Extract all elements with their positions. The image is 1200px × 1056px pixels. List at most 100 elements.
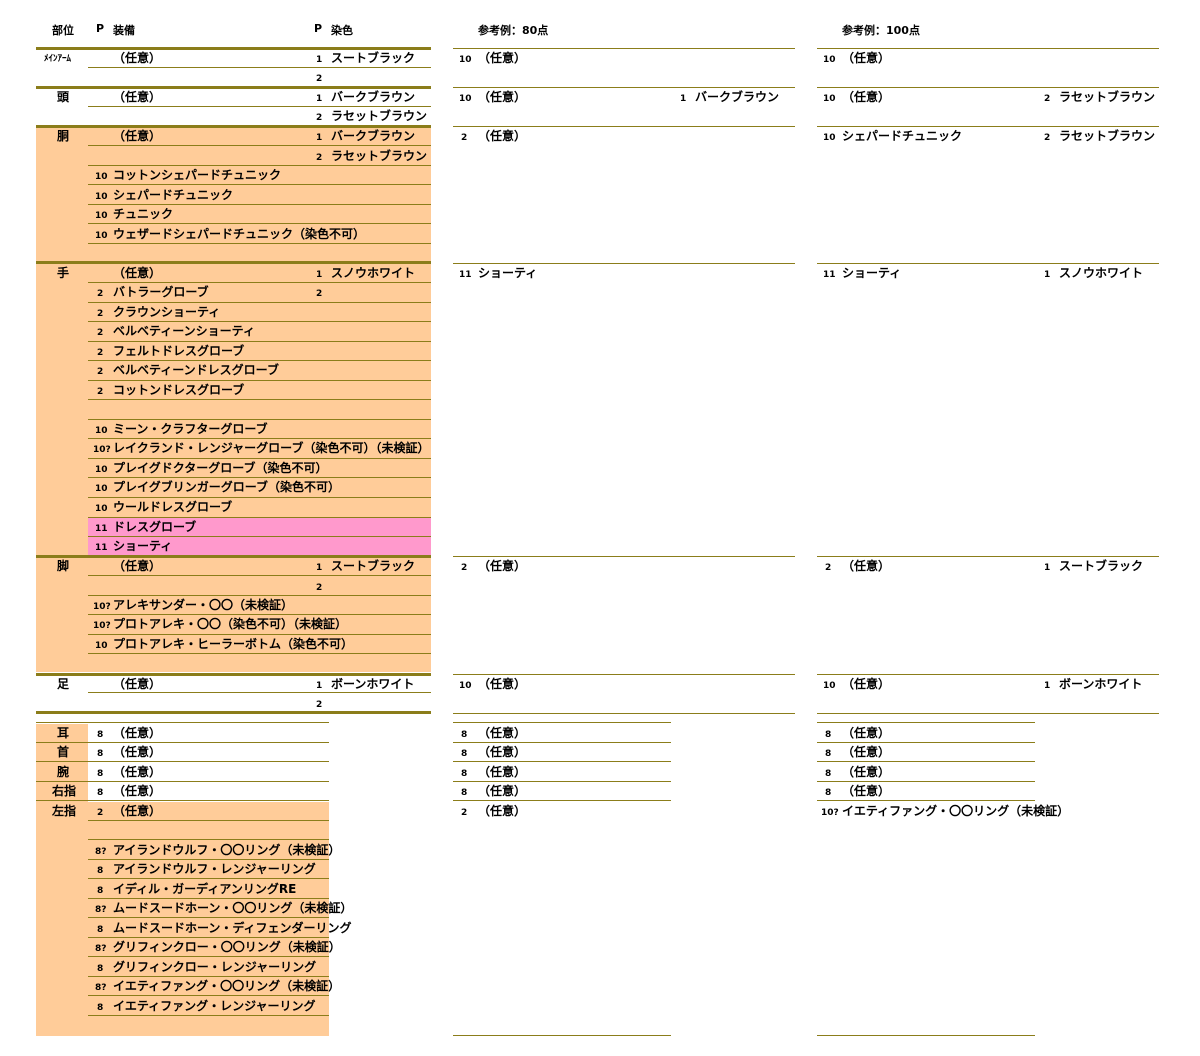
rule: [453, 556, 795, 557]
rule: [88, 937, 329, 938]
ex80-equip: （任意）: [478, 51, 527, 65]
rule: [36, 761, 329, 762]
rule: [817, 674, 1159, 675]
part-feet: 足: [57, 677, 70, 691]
rule: [88, 282, 431, 283]
equip-name: バトラーグローブ: [113, 285, 209, 299]
rule: [453, 48, 795, 49]
dye-name: バークブラウン: [331, 90, 416, 104]
ex80-points: 10: [459, 681, 472, 691]
rule: [817, 556, 1159, 557]
rule: [36, 711, 431, 714]
equip-name: ミーン・クラフターグローブ: [113, 422, 268, 436]
rule: [36, 722, 329, 723]
equip-name: ウールドレスグローブ: [113, 500, 233, 514]
ex80-dye: バークブラウン: [695, 90, 780, 104]
rule: [817, 722, 1035, 723]
rule: [88, 302, 431, 303]
ex100-points: 2: [825, 563, 832, 573]
ex80-equip: （任意）: [478, 677, 527, 691]
dye-points: 1: [316, 563, 323, 573]
ex80-points: 2: [461, 808, 468, 818]
equip-points: 2: [97, 367, 104, 377]
equip-name: コットンドレスグローブ: [113, 383, 245, 397]
rule: [88, 956, 329, 957]
ex80-points: 8: [461, 749, 468, 759]
ex80-equip: （任意）: [478, 765, 527, 779]
equip-points: 8?: [95, 983, 107, 993]
dye-points: 2: [316, 289, 323, 299]
part-wrist: 腕: [57, 765, 70, 779]
equip-name: イディル・ガーディアンリングRE: [113, 882, 297, 896]
rule: [88, 419, 431, 420]
equip-points: 8: [97, 788, 104, 798]
equip-points: 8: [97, 730, 104, 740]
equip-name: プロトアレキ・ヒーラーボトム（染色不可）: [113, 637, 354, 651]
equip-name: クラウンショーティ: [113, 305, 221, 319]
equip-points: 2: [97, 309, 104, 319]
equip-points: 10: [95, 231, 108, 241]
rule: [453, 713, 795, 714]
equip-points: 8: [97, 866, 104, 876]
dye-points: 2: [316, 583, 323, 593]
rule: [817, 87, 1159, 88]
rule: [88, 106, 431, 107]
rule: [88, 976, 329, 977]
equip-any: （任意）: [113, 765, 162, 779]
ex80-points: 11: [459, 270, 472, 280]
rule: [817, 713, 1159, 714]
dye-name: ボーンホワイト: [331, 677, 415, 691]
rule: [88, 184, 431, 185]
equip-points: 2: [97, 387, 104, 397]
rule: [88, 458, 431, 459]
rule: [453, 126, 795, 127]
equip-any: （任意）: [113, 129, 162, 143]
equip-points: 10: [95, 504, 108, 514]
rule: [817, 126, 1159, 127]
part-legs: 脚: [57, 559, 70, 573]
rule: [88, 634, 431, 635]
ex100-dye-points: 2: [1044, 94, 1051, 104]
rule: [88, 536, 431, 537]
equip-any: （任意）: [113, 559, 162, 573]
dye-name: ラセットブラウン: [331, 149, 428, 163]
equip-points: 8: [97, 886, 104, 896]
dye-points: 2: [316, 74, 323, 84]
equip-any: （任意）: [113, 51, 162, 65]
equip-any: （任意）: [113, 90, 162, 104]
equip-name: コットンシェパードチュニック: [113, 168, 282, 182]
ex100-points: 10: [823, 94, 836, 104]
equip-name: アイランドウルフ・レンジャーリング: [113, 862, 316, 876]
ex100-dye-points: 2: [1044, 133, 1051, 143]
dye-points: 1: [316, 270, 323, 280]
ex100-equip: （任意）: [842, 677, 891, 691]
rule: [88, 1015, 329, 1016]
ex100-equip: （任意）: [842, 726, 891, 740]
ex100-equip: （任意）: [842, 784, 891, 798]
rule: [36, 261, 431, 264]
rule: [88, 859, 329, 860]
ex80-dye-points: 1: [680, 94, 687, 104]
equip-points: 10?: [93, 445, 111, 455]
equip-name: レイクランド・レンジャーグローブ（染色不可）（未検証）: [113, 441, 430, 455]
equip-name: ドレスグローブ: [113, 520, 197, 534]
equip-any: （任意）: [113, 726, 162, 740]
equip-name: フェルトドレスグローブ: [113, 344, 245, 358]
rule: [88, 380, 431, 381]
ex80-points: 2: [461, 133, 468, 143]
dye-points: 1: [316, 94, 323, 104]
equip-name: グリフィンクロー・〇〇リング（未検証）: [113, 940, 341, 954]
dye-name: スートブラック: [331, 559, 416, 573]
ex80-points: 10: [459, 94, 472, 104]
ex100-dye: スートブラック: [1059, 559, 1144, 573]
equip-name: ベルベティーンショーティ: [113, 324, 255, 338]
dye-points: 2: [316, 700, 323, 710]
rule: [817, 761, 1035, 762]
header-part: 部位: [52, 24, 74, 37]
dye-name: スートブラック: [331, 51, 416, 65]
dye-points: 2: [316, 153, 323, 163]
rule: [88, 243, 431, 244]
rule: [88, 878, 329, 879]
rule: [88, 360, 431, 361]
ex100-dye-points: 1: [1044, 563, 1051, 573]
